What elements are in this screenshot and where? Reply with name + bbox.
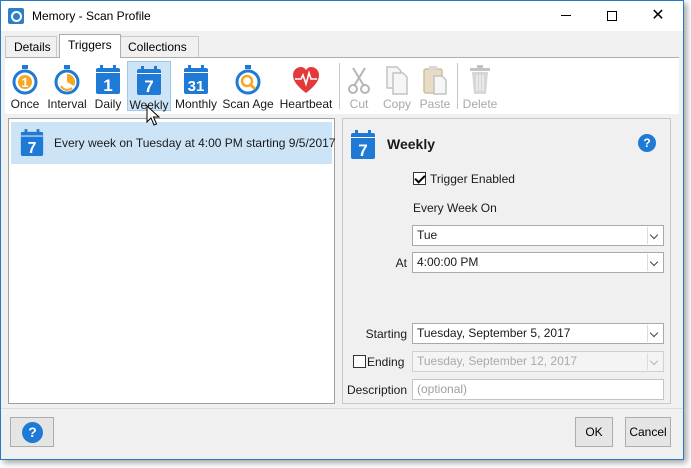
title-bar: Memory - Scan Profile ✕ bbox=[1, 1, 683, 31]
time-value: 4:00:00 PM bbox=[417, 255, 479, 269]
maximize-icon bbox=[607, 10, 617, 21]
stopwatch-interval-icon bbox=[54, 65, 80, 95]
copy-label: Copy bbox=[382, 97, 411, 111]
calendar-weekly-icon: 7 bbox=[137, 66, 161, 96]
svg-text:1: 1 bbox=[21, 75, 28, 90]
chevron-down-icon bbox=[647, 353, 662, 370]
once-label: Once bbox=[10, 97, 40, 111]
toolbar-separator bbox=[457, 63, 458, 109]
day-of-week-select[interactable]: Tue bbox=[412, 225, 664, 246]
delete-label: Delete bbox=[462, 97, 498, 111]
weekly-button[interactable]: 7 Weekly bbox=[127, 61, 171, 112]
maximize-button[interactable] bbox=[589, 1, 635, 31]
close-button[interactable]: ✕ bbox=[635, 1, 681, 31]
description-label: Description bbox=[346, 383, 407, 397]
svg-text:7: 7 bbox=[28, 140, 37, 157]
once-button[interactable]: 1 Once bbox=[7, 61, 43, 111]
paste-label: Paste bbox=[419, 97, 451, 111]
mouse-cursor-icon bbox=[146, 105, 160, 126]
heartbeat-icon bbox=[293, 67, 319, 93]
minimize-button[interactable] bbox=[543, 1, 589, 31]
trigger-summary: Every week on Tuesday at 4:00 PM startin… bbox=[54, 136, 336, 150]
paste-icon bbox=[423, 66, 447, 95]
detail-title: Weekly bbox=[387, 136, 435, 152]
start-date-picker[interactable]: Tuesday, September 5, 2017 bbox=[412, 323, 664, 344]
every-week-on-label: Every Week On bbox=[413, 201, 497, 215]
cut-label: Cut bbox=[349, 97, 369, 111]
app-logo-icon bbox=[8, 8, 24, 24]
start-date-value: Tuesday, September 5, 2017 bbox=[417, 326, 571, 340]
scan-age-label: Scan Age bbox=[222, 97, 274, 111]
heartbeat-button[interactable]: Heartbeat bbox=[277, 61, 335, 111]
end-date-picker: Tuesday, September 12, 2017 bbox=[412, 351, 664, 372]
list-item[interactable]: 7 Every week on Tuesday at 4:00 PM start… bbox=[11, 122, 336, 164]
monthly-glyph: 31 bbox=[188, 78, 205, 95]
scan-profile-window: Memory - Scan Profile ✕ Details Triggers… bbox=[0, 0, 684, 460]
trash-icon bbox=[470, 65, 490, 94]
footer-divider bbox=[1, 408, 683, 409]
copy-button[interactable]: Copy bbox=[379, 61, 415, 111]
daily-label: Daily bbox=[94, 97, 122, 111]
stopwatch-once-icon: 1 bbox=[12, 65, 38, 95]
tab-collections[interactable]: Collections bbox=[119, 36, 199, 57]
daily-glyph: 1 bbox=[103, 76, 112, 95]
toolbar-separator bbox=[339, 63, 340, 109]
starting-label: Starting bbox=[365, 327, 407, 341]
chevron-down-icon[interactable] bbox=[647, 325, 662, 342]
copy-icon bbox=[386, 66, 408, 95]
trigger-detail-panel: 7 Weekly ? Trigger Enabled Every Week On… bbox=[342, 118, 671, 404]
time-select[interactable]: 4:00:00 PM bbox=[412, 252, 664, 273]
stopwatch-search-icon bbox=[235, 65, 261, 95]
heartbeat-label: Heartbeat bbox=[279, 97, 333, 111]
trigger-list[interactable]: 7 Every week on Tuesday at 4:00 PM start… bbox=[8, 118, 336, 404]
monthly-button[interactable]: 31 Monthly bbox=[173, 61, 219, 111]
chevron-down-icon[interactable] bbox=[647, 254, 662, 271]
tab-triggers[interactable]: Triggers bbox=[59, 34, 121, 58]
window-title: Memory - Scan Profile bbox=[32, 9, 151, 23]
chevron-down-icon[interactable] bbox=[647, 227, 662, 244]
description-input[interactable]: (optional) bbox=[412, 379, 664, 400]
svg-text:7: 7 bbox=[358, 141, 367, 160]
trigger-enabled-checkbox[interactable] bbox=[413, 172, 426, 185]
cancel-button[interactable]: Cancel bbox=[625, 417, 671, 447]
trigger-enabled-label[interactable]: Trigger Enabled bbox=[430, 172, 515, 186]
help-button[interactable]: ? bbox=[10, 417, 54, 447]
calendar-daily-icon: 1 bbox=[96, 65, 120, 95]
close-icon: ✕ bbox=[651, 7, 665, 24]
help-icon[interactable]: ? bbox=[638, 134, 656, 152]
delete-button[interactable]: Delete bbox=[461, 61, 499, 111]
calendar-weekly-icon: 7 bbox=[20, 129, 44, 157]
scissors-icon bbox=[348, 67, 370, 94]
monthly-label: Monthly bbox=[174, 97, 218, 111]
interval-label: Interval bbox=[47, 97, 87, 111]
ok-button[interactable]: OK bbox=[575, 417, 613, 447]
calendar-weekly-icon: 7 bbox=[351, 130, 375, 160]
day-of-week-value: Tue bbox=[417, 228, 438, 242]
at-label: At bbox=[395, 256, 407, 270]
toolbar: 1 Once Interval 1 Daily 7 Weekly 31 Mont… bbox=[5, 58, 679, 114]
end-date-value: Tuesday, September 12, 2017 bbox=[417, 354, 578, 368]
tab-details[interactable]: Details bbox=[5, 36, 57, 57]
ending-label[interactable]: Ending bbox=[367, 355, 407, 369]
weekly-glyph: 7 bbox=[144, 77, 153, 96]
minimize-icon bbox=[561, 15, 571, 17]
daily-button[interactable]: 1 Daily bbox=[91, 61, 125, 111]
ending-checkbox[interactable] bbox=[353, 355, 366, 368]
interval-button[interactable]: Interval bbox=[45, 61, 89, 111]
calendar-monthly-icon: 31 bbox=[184, 65, 208, 95]
help-icon: ? bbox=[22, 422, 43, 443]
cut-button[interactable]: Cut bbox=[343, 61, 375, 111]
scan-age-button[interactable]: Scan Age bbox=[221, 61, 275, 111]
paste-button[interactable]: Paste bbox=[417, 61, 453, 111]
